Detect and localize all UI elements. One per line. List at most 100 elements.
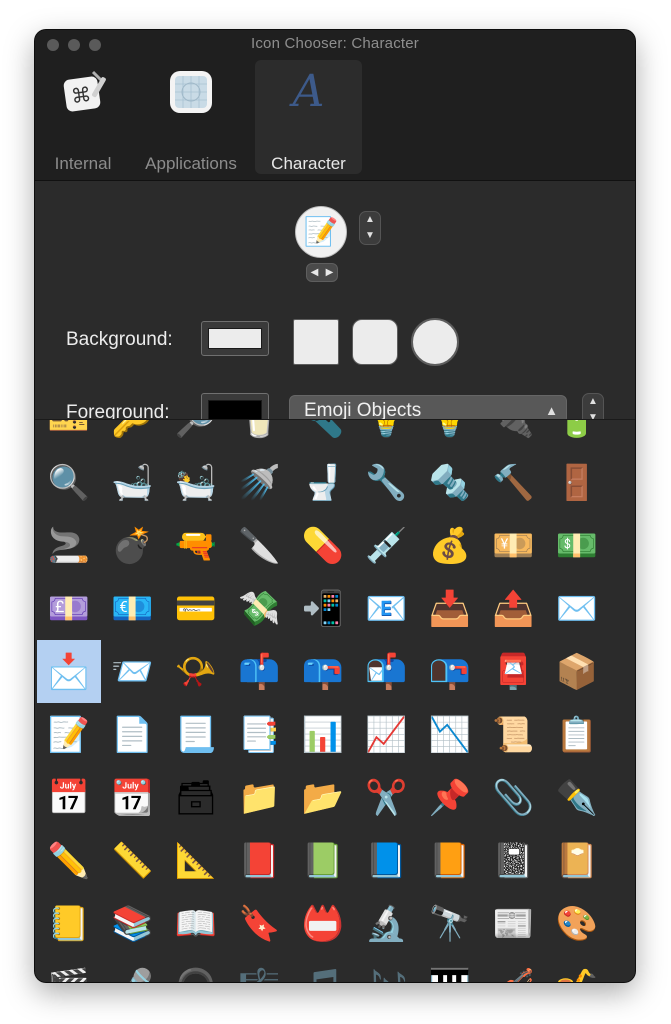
character-cell[interactable]: 📅 (37, 766, 101, 829)
character-cell[interactable]: 📤 (482, 577, 546, 640)
character-cell[interactable]: 📑 (228, 703, 292, 766)
character-cell[interactable]: 🚬 (37, 514, 101, 577)
character-cell[interactable]: 📨 (101, 640, 165, 703)
character-cell[interactable]: 🎶 (355, 955, 419, 983)
character-cell[interactable]: 🚪 (545, 451, 609, 514)
character-cell[interactable]: 🔖 (228, 892, 292, 955)
character-cell[interactable]: 🔬 (355, 892, 419, 955)
character-cell[interactable]: 📯 (164, 640, 228, 703)
character-cell[interactable]: 📔 (545, 829, 609, 892)
character-cell[interactable]: 📄 (101, 703, 165, 766)
character-cell[interactable]: 🔩 (418, 451, 482, 514)
character-cell[interactable]: 💸 (228, 577, 292, 640)
character-cell[interactable]: 🎬 (37, 955, 101, 983)
size-stepper[interactable]: ▲ ▼ (359, 211, 381, 245)
icon-preview[interactable]: 📝 (295, 206, 347, 258)
character-cell[interactable]: 📙 (418, 829, 482, 892)
character-cell[interactable]: 💳 (164, 577, 228, 640)
character-cell[interactable]: 📖 (164, 892, 228, 955)
shape-circle-button[interactable] (411, 318, 459, 366)
tab-character[interactable]: A Character (255, 60, 362, 174)
character-cell[interactable]: 🔎 (164, 420, 228, 451)
character-cell[interactable]: 🎼 (228, 955, 292, 983)
background-color-well[interactable] (201, 321, 269, 356)
glyph-nav-stepper[interactable]: ◀ ▶ (306, 263, 338, 282)
character-cell[interactable]: 📭 (418, 640, 482, 703)
character-cell[interactable]: 🛀 (164, 451, 228, 514)
character-cell[interactable]: 💊 (291, 514, 355, 577)
character-cell[interactable]: 🛁 (101, 451, 165, 514)
character-cell[interactable]: 💡 (418, 420, 482, 451)
character-cell[interactable]: 📛 (291, 892, 355, 955)
character-cell[interactable]: 🚿 (228, 451, 292, 514)
character-cell[interactable]: 🚽 (291, 451, 355, 514)
shape-square-button[interactable] (293, 319, 339, 365)
character-cell[interactable]: 🔨 (482, 451, 546, 514)
character-cell[interactable]: 📋 (545, 703, 609, 766)
character-cell[interactable]: 🗃 (164, 766, 228, 829)
character-cell[interactable]: 📗 (291, 829, 355, 892)
character-cell[interactable]: 🔑 (101, 420, 165, 451)
character-cell[interactable]: 📉 (418, 703, 482, 766)
character-cell[interactable]: 🔦 (291, 420, 355, 451)
character-cell[interactable]: 🔋 (545, 420, 609, 451)
character-cell[interactable]: 📦 (545, 640, 609, 703)
character-cell[interactable]: 🔭 (418, 892, 482, 955)
character-cell[interactable]: ✏️ (37, 829, 101, 892)
character-cell[interactable]: 📰 (482, 892, 546, 955)
character-cell[interactable]: 🎨 (545, 892, 609, 955)
character-cell[interactable]: 💷 (37, 577, 101, 640)
character-cell[interactable]: 📜 (482, 703, 546, 766)
character-cell[interactable]: 📆 (101, 766, 165, 829)
character-cell[interactable]: 💰 (418, 514, 482, 577)
character-cell[interactable]: 📁 (228, 766, 292, 829)
chevron-down-icon[interactable]: ▼ (360, 228, 380, 244)
character-cell[interactable]: 💉 (355, 514, 419, 577)
character-cell[interactable]: 🥛 (228, 420, 292, 451)
character-cell[interactable]: ✒️ (545, 766, 609, 829)
character-cell[interactable]: 📊 (291, 703, 355, 766)
character-cell[interactable]: 📝 (37, 703, 101, 766)
character-cell[interactable]: 📌 (418, 766, 482, 829)
character-cell[interactable]: 📃 (164, 703, 228, 766)
character-cell[interactable]: 📲 (291, 577, 355, 640)
character-cell[interactable]: 📏 (101, 829, 165, 892)
chevron-left-icon[interactable]: ◀ (311, 267, 319, 278)
tab-applications[interactable]: Applications (135, 60, 247, 174)
character-cell[interactable]: 💶 (101, 577, 165, 640)
character-cell[interactable]: 📚 (101, 892, 165, 955)
character-cell[interactable]: 📈 (355, 703, 419, 766)
character-cell[interactable]: ✂️ (355, 766, 419, 829)
character-cell[interactable]: 📪 (291, 640, 355, 703)
shape-rounded-square-button[interactable] (352, 319, 398, 365)
character-cell[interactable]: 📓 (482, 829, 546, 892)
character-cell[interactable]: 🔫 (164, 514, 228, 577)
character-cell[interactable]: 🎻 (482, 955, 546, 983)
character-cell[interactable]: 📂 (291, 766, 355, 829)
character-cell[interactable]: 📎 (482, 766, 546, 829)
character-cell[interactable]: 🎫 (37, 420, 101, 451)
character-cell[interactable]: 💡 (355, 420, 419, 451)
character-cell[interactable]: 💵 (545, 514, 609, 577)
character-cell[interactable]: 🎵 (291, 955, 355, 983)
character-cell[interactable]: 🔌 (482, 420, 546, 451)
character-cell[interactable]: 💴 (482, 514, 546, 577)
character-cell[interactable]: 🎤 (101, 955, 165, 983)
character-cell[interactable]: 📬 (355, 640, 419, 703)
character-cell[interactable]: ✉️ (545, 577, 609, 640)
character-grid[interactable]: 🎫 🔑 🔎 🥛 🔦 💡 💡 🔌 🔋 🔍 🛁 🛀 🚿 🚽 🔧 🔩 🔨 🚪 🚬 💣 🔫 🔪 💊 💉 💰 💴 💵 💷 💶 💳 💸 📲 📧 📥 📤 ✉️ 📩 📨 📯… (35, 419, 635, 982)
chevron-up-icon[interactable]: ▲ (583, 394, 603, 410)
character-cell[interactable]: 💣 (101, 514, 165, 577)
character-cell[interactable]: 🔪 (228, 514, 292, 577)
character-cell[interactable]: 📐 (164, 829, 228, 892)
character-cell[interactable]: 📫 (228, 640, 292, 703)
character-cell[interactable]: 🎹 (418, 955, 482, 983)
chevron-up-icon[interactable]: ▲ (360, 212, 380, 228)
character-cell[interactable]: 🔍 (37, 451, 101, 514)
character-cell[interactable]: 📘 (355, 829, 419, 892)
character-cell[interactable]: 🎧 (164, 955, 228, 983)
character-cell[interactable]: 📩 (37, 640, 101, 703)
character-cell[interactable]: 📮 (482, 640, 546, 703)
character-cell[interactable]: 🔧 (355, 451, 419, 514)
character-cell[interactable]: 📒 (37, 892, 101, 955)
